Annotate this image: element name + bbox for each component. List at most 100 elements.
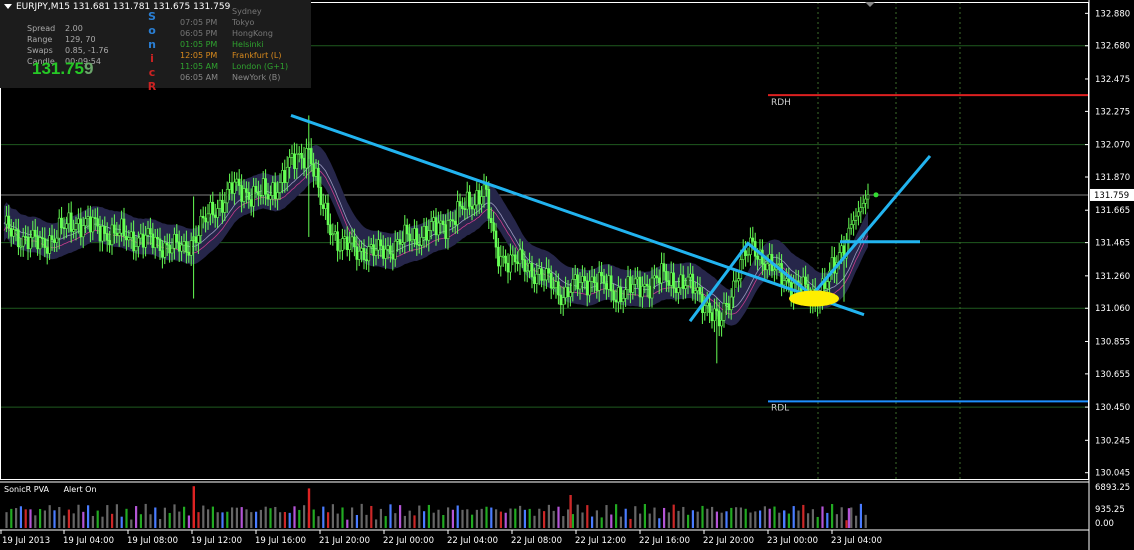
volume-bar (389, 504, 392, 528)
volume-bar (63, 515, 66, 528)
dropdown-icon[interactable] (4, 4, 12, 9)
candle-body (24, 236, 27, 238)
volume-bar (471, 514, 474, 528)
candle-body (657, 277, 661, 284)
volume-bar (221, 512, 224, 528)
y-tick-label: 130.855 (1095, 337, 1130, 347)
volume-bar (307, 488, 311, 528)
candle-body (521, 249, 524, 260)
volume-bar (394, 513, 397, 528)
volume-bar (154, 507, 157, 528)
candle-body (525, 270, 529, 273)
candle-body (393, 240, 397, 260)
brand-letter: n (148, 38, 156, 51)
candle-body (177, 241, 181, 252)
volume-bar (48, 505, 51, 528)
x-tick-label: 22 Jul 00:00 (383, 536, 434, 546)
candle-body (249, 199, 253, 207)
candle-body (93, 217, 97, 219)
volume-bar (864, 514, 867, 528)
volume-bar (58, 507, 61, 528)
candle-body (777, 263, 781, 265)
volume-bar (711, 506, 714, 528)
volume-histogram (5, 486, 867, 528)
candle-body (581, 276, 584, 283)
y-tick-label: 130.655 (1095, 370, 1130, 380)
candle-body (81, 225, 85, 238)
candle-body (463, 208, 467, 210)
x-tick-label: 21 Jul 20:00 (319, 536, 370, 546)
session-city: Sydney (232, 7, 262, 16)
candle-body (494, 230, 498, 248)
candle-body (336, 231, 339, 251)
candle-body (609, 275, 613, 292)
volume-bar (461, 509, 464, 528)
candle-body (204, 217, 207, 223)
candle-body (473, 204, 476, 210)
volume-bar (106, 505, 109, 528)
volume-bar (442, 515, 445, 528)
volume-bar (19, 506, 22, 528)
candle-body (444, 224, 447, 239)
candle-body (417, 244, 421, 246)
candle-body (345, 236, 349, 251)
candle-body (516, 261, 519, 265)
candle-body (341, 238, 344, 251)
signal-dot (873, 192, 879, 198)
volume-bar (432, 512, 435, 528)
candle-body (583, 276, 587, 282)
volume-bar (787, 513, 790, 528)
candle-body (293, 153, 296, 169)
candle-body (350, 236, 354, 244)
candle-body (57, 217, 61, 239)
candle-body (151, 233, 155, 248)
candle-body (696, 287, 699, 292)
candle-body (533, 276, 536, 284)
volume-bar (10, 508, 13, 528)
volume-bar (365, 514, 368, 528)
candle-body (288, 157, 291, 168)
y-tick-label: 130.045 (1095, 469, 1130, 479)
volume-bar (144, 503, 147, 528)
volume-bar (211, 506, 214, 528)
candle-body (137, 237, 140, 247)
candle-body (705, 302, 709, 307)
candle-body (254, 186, 258, 193)
candle-body (698, 287, 702, 295)
x-tick-label: 22 Jul 12:00 (575, 536, 626, 546)
candle-body (732, 280, 735, 298)
volume-bar (231, 507, 234, 528)
candle-body (429, 221, 433, 231)
session-row: 07:05 PM Tokyo (180, 17, 288, 28)
candle-body (633, 278, 637, 285)
volume-bar (519, 505, 522, 528)
volume-bar (82, 511, 85, 528)
volume-bar (562, 516, 565, 528)
volume-bar (624, 508, 627, 528)
candle-body (357, 250, 361, 260)
candle-body (624, 289, 627, 299)
volume-bar (298, 509, 301, 528)
candle-body (650, 277, 654, 299)
volume-bar (847, 508, 851, 528)
session-city: NewYork (B) (232, 73, 281, 82)
candle-body (485, 184, 488, 190)
y-tick-label: 132.275 (1095, 107, 1130, 117)
x-tick-label: 19 Jul 12:00 (191, 536, 242, 546)
volume-bar (859, 503, 862, 528)
volume-bar (5, 512, 8, 528)
candle-body (5, 215, 8, 225)
candle-body (329, 224, 332, 236)
candle-body (158, 238, 162, 251)
candle-body (434, 217, 438, 236)
candle-body (245, 188, 248, 193)
candle-body (173, 234, 176, 249)
candle-body (19, 245, 23, 248)
volume-bar (802, 504, 805, 528)
candle-body (600, 272, 603, 277)
candle-body (861, 203, 865, 208)
candle-body (588, 281, 591, 296)
volume-bar (509, 508, 512, 528)
volume-bar (317, 516, 320, 528)
volume-bar (245, 509, 248, 528)
